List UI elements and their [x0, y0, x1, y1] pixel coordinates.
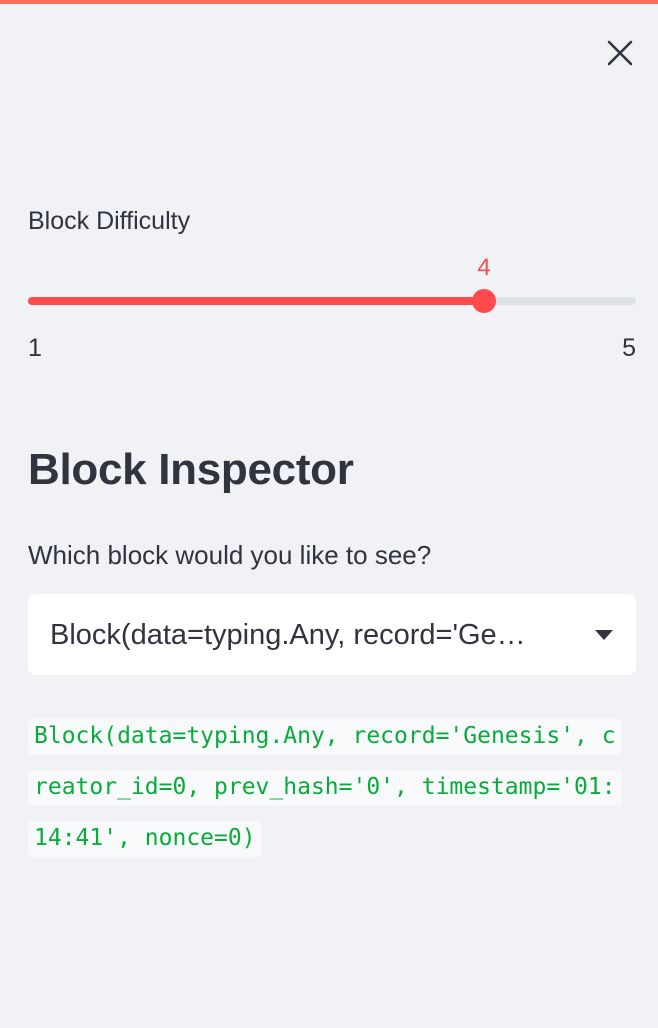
slider-min-label: 1	[28, 334, 42, 362]
block-select-value: Block(data=typing.Any, record='Ge…	[50, 618, 526, 651]
close-icon	[607, 40, 633, 66]
block-difficulty-label: Block Difficulty	[28, 207, 191, 235]
slider-thumb[interactable]	[472, 289, 496, 313]
slider-track[interactable]	[28, 297, 636, 305]
slider-fill	[28, 297, 484, 305]
section-title: Block Inspector	[28, 445, 354, 494]
top-accent-bar	[0, 0, 658, 4]
block-select-label: Which block would you like to see?	[28, 540, 432, 570]
slider-current-value: 4	[477, 254, 491, 281]
block-select[interactable]: Block(data=typing.Any, record='Ge…	[28, 594, 636, 675]
close-button[interactable]	[600, 33, 640, 73]
block-details-code: Block(data=typing.Any, record='Genesis',…	[28, 711, 628, 864]
block-details-text: Block(data=typing.Any, record='Genesis',…	[28, 719, 622, 857]
chevron-down-icon	[594, 629, 614, 641]
slider-max-label: 5	[622, 334, 636, 362]
